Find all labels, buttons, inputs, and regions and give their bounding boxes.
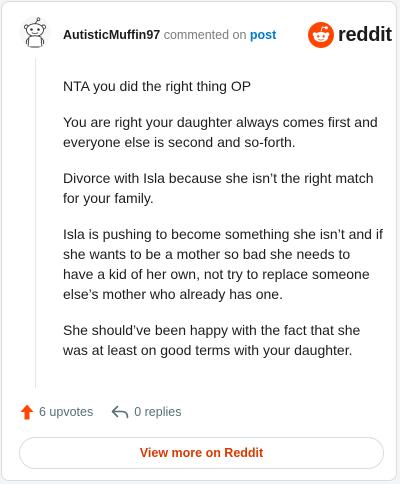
comment-header: AutisticMuffin97 commented on post xyxy=(63,27,276,43)
upvote-count: 6 upvotes xyxy=(39,405,94,419)
comment-actions: 6 upvotes 0 replies xyxy=(20,403,181,421)
commented-text: commented on xyxy=(163,28,247,42)
reddit-logo[interactable]: reddit xyxy=(308,21,392,49)
comment-paragraph: Divorce with Isla because she isn’t the … xyxy=(63,170,374,206)
view-more-button[interactable]: View more on Reddit xyxy=(19,437,384,469)
comment-paragraph: NTA you did the right thing OP xyxy=(63,78,252,94)
reddit-snoo-icon xyxy=(308,22,334,48)
username[interactable]: AutisticMuffin97 xyxy=(63,28,160,42)
comment-paragraph: Isla is pushing to become something she … xyxy=(63,226,383,302)
upvote-arrow-icon[interactable] xyxy=(20,404,34,420)
reply-arrow-icon[interactable] xyxy=(111,405,129,419)
comment-paragraph: You are right your daughter always comes… xyxy=(63,114,378,150)
comment-embed-card: AutisticMuffin97 commented on post reddi… xyxy=(1,1,397,481)
reply-action[interactable]: 0 replies xyxy=(111,405,181,419)
comment-paragraph: She should’ve been happy with the fact t… xyxy=(63,322,361,358)
comment-body: NTA you did the right thing OP You are r… xyxy=(63,76,383,376)
snoo-avatar-icon xyxy=(19,16,51,48)
thread-line xyxy=(35,58,36,388)
avatar[interactable] xyxy=(19,16,51,48)
upvote-action[interactable]: 6 upvotes xyxy=(20,404,93,420)
post-link[interactable]: post xyxy=(250,28,276,42)
reddit-wordmark: reddit xyxy=(338,23,392,46)
reply-count: 0 replies xyxy=(134,405,182,419)
